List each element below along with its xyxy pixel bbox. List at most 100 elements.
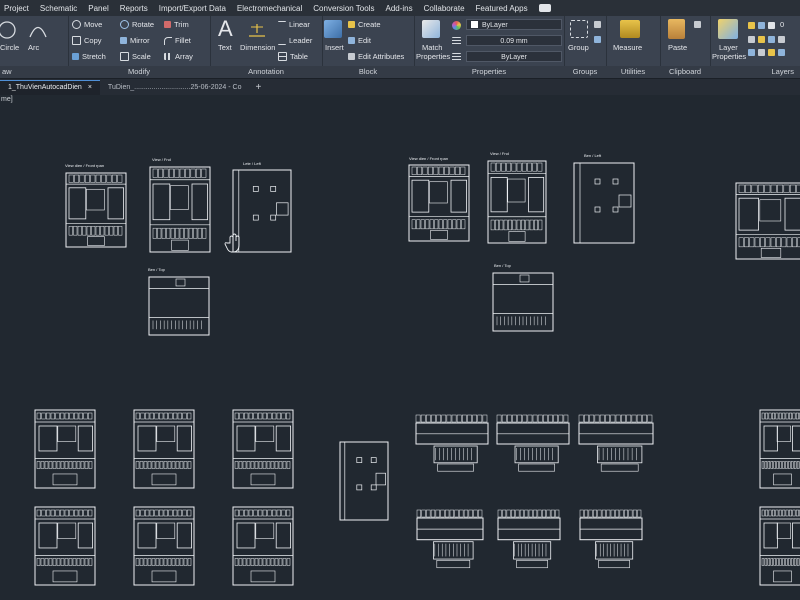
plc-front-view-1[interactable] [65, 172, 127, 248]
match-properties-label[interactable]: Properties [416, 52, 450, 61]
module-b3[interactable] [232, 506, 294, 586]
menu-add-ins[interactable]: Add-ins [381, 4, 419, 13]
layers-panel-title[interactable]: Layers [710, 66, 800, 78]
tab-tudien[interactable]: TuDien_.............................25-0… [100, 81, 250, 95]
copy-button[interactable]: Copy [72, 36, 102, 45]
fillet-button[interactable]: Fillet [164, 36, 191, 45]
plc-side-view-mid[interactable] [339, 441, 389, 521]
module-a2[interactable] [133, 409, 195, 489]
linetype-select[interactable]: ByLayer [466, 51, 562, 62]
measure-button-label[interactable]: Measure [613, 43, 642, 52]
layer-tool-6-icon[interactable] [758, 49, 765, 56]
layer-tool-2-icon[interactable] [758, 36, 765, 43]
plc-top-view-1[interactable] [148, 276, 210, 336]
menu-conversion-tools[interactable]: Conversion Tools [309, 4, 381, 13]
match-label[interactable]: Match [422, 43, 442, 52]
layer-tool-8-icon[interactable] [778, 49, 785, 56]
group-button-label[interactable]: Group [568, 43, 589, 52]
menu-electromechanical[interactable]: Electromechanical [233, 4, 309, 13]
module-b2[interactable] [133, 506, 195, 586]
plc-front-view-partial[interactable] [735, 182, 800, 260]
menu-collaborate[interactable]: Collaborate [420, 4, 472, 13]
group-icon[interactable] [570, 20, 588, 38]
plc-view-fnd-2[interactable] [487, 160, 547, 244]
camera-icon[interactable] [538, 4, 551, 12]
module-a3[interactable] [232, 409, 294, 489]
mirror-button[interactable]: Mirror [120, 36, 150, 45]
arc-icon[interactable] [27, 20, 49, 40]
menu-reports[interactable]: Reports [116, 4, 155, 13]
circle-icon[interactable] [0, 20, 18, 40]
module-partial-1[interactable] [759, 409, 800, 489]
color-select[interactable]: ByLayer [466, 19, 562, 30]
plc-front-view-2[interactable] [408, 164, 470, 242]
scale-button[interactable]: Scale [120, 52, 151, 61]
modify-panel-title[interactable]: Modify [68, 66, 210, 78]
terminal-b2[interactable] [497, 509, 561, 569]
menu-project[interactable]: Project [0, 4, 36, 13]
group-edit-icon[interactable] [594, 36, 601, 43]
table-button[interactable]: Table [278, 52, 308, 61]
plc-left-view-1[interactable] [232, 169, 292, 253]
plc-view-fnd-1[interactable] [149, 166, 211, 253]
layer-tool-3-icon[interactable] [768, 36, 775, 43]
edit-block-button[interactable]: Edit [348, 36, 371, 45]
arc-button-label[interactable]: Arc [28, 43, 39, 52]
move-button[interactable]: Move [72, 20, 102, 29]
insert-button-label[interactable]: Insert [325, 43, 344, 52]
groups-panel-title[interactable]: Groups [564, 66, 606, 78]
terminal-b3[interactable] [579, 509, 643, 569]
close-tab-icon[interactable]: × [88, 81, 92, 95]
circle-button-label[interactable]: Circle [0, 43, 19, 52]
module-b1[interactable] [34, 506, 96, 586]
module-partial-2[interactable] [759, 506, 800, 586]
clipboard-panel-title[interactable]: Clipboard [660, 66, 710, 78]
text-icon[interactable]: A [218, 16, 233, 42]
layer-label[interactable]: Layer [719, 43, 738, 52]
drawing-canvas[interactable]: me] View dien / Front rpan View / Fnd Lete… [0, 95, 800, 600]
dimension-button-label[interactable]: Dimension [240, 43, 275, 52]
leader-button[interactable]: Leader [278, 36, 312, 45]
copy-clip-icon[interactable] [694, 21, 701, 28]
rotate-button[interactable]: Rotate [120, 20, 154, 29]
array-button[interactable]: Array [164, 52, 193, 61]
terminal-b1[interactable] [416, 509, 484, 569]
layer-properties-label[interactable]: Properties [712, 52, 746, 61]
menu-schematic[interactable]: Schematic [36, 4, 84, 13]
trim-button[interactable]: Trim [164, 20, 189, 29]
utilities-panel-title[interactable]: Utilities [606, 66, 660, 78]
plc-left-view-2[interactable] [573, 162, 635, 244]
terminal-a2[interactable] [496, 414, 570, 472]
current-layer-value[interactable]: 0 [780, 20, 784, 29]
terminal-a1[interactable] [415, 414, 489, 472]
draw-panel-title[interactable]: aw [0, 66, 68, 78]
layer-properties-icon[interactable] [718, 19, 738, 39]
layer-tool-4-icon[interactable] [778, 36, 785, 43]
dimension-icon[interactable] [246, 21, 268, 41]
terminal-a3[interactable] [578, 414, 654, 472]
pan-hand-icon[interactable] [224, 233, 240, 253]
measure-icon[interactable] [620, 20, 640, 38]
tab-thuvien[interactable]: 1_ThuVienAutocadDien × [0, 80, 100, 95]
text-button-label[interactable]: Text [218, 43, 232, 52]
module-a1[interactable] [34, 409, 96, 489]
insert-icon[interactable] [324, 20, 342, 38]
create-block-button[interactable]: Create [348, 20, 381, 29]
lineweight-select[interactable]: 0.09 mm [466, 35, 562, 46]
match-properties-icon[interactable] [422, 20, 440, 38]
menu-import-export[interactable]: Import/Export Data [155, 4, 233, 13]
new-tab-button[interactable]: + [250, 81, 268, 95]
menu-panel[interactable]: Panel [84, 4, 115, 13]
edit-attributes-button[interactable]: Edit Attributes [348, 52, 404, 61]
linear-button[interactable]: Linear [278, 20, 310, 29]
paste-icon[interactable] [668, 19, 685, 39]
stretch-button[interactable]: Stretch [72, 52, 106, 61]
layer-tool-5-icon[interactable] [748, 49, 755, 56]
menu-featured-apps[interactable]: Featured Apps [472, 4, 535, 13]
block-panel-title[interactable]: Block [322, 66, 414, 78]
layer-tool-1-icon[interactable] [748, 36, 755, 43]
layer-tool-7-icon[interactable] [768, 49, 775, 56]
properties-panel-title[interactable]: Properties [414, 66, 564, 78]
plc-top-view-2[interactable] [492, 272, 554, 332]
paste-button-label[interactable]: Paste [668, 43, 687, 52]
